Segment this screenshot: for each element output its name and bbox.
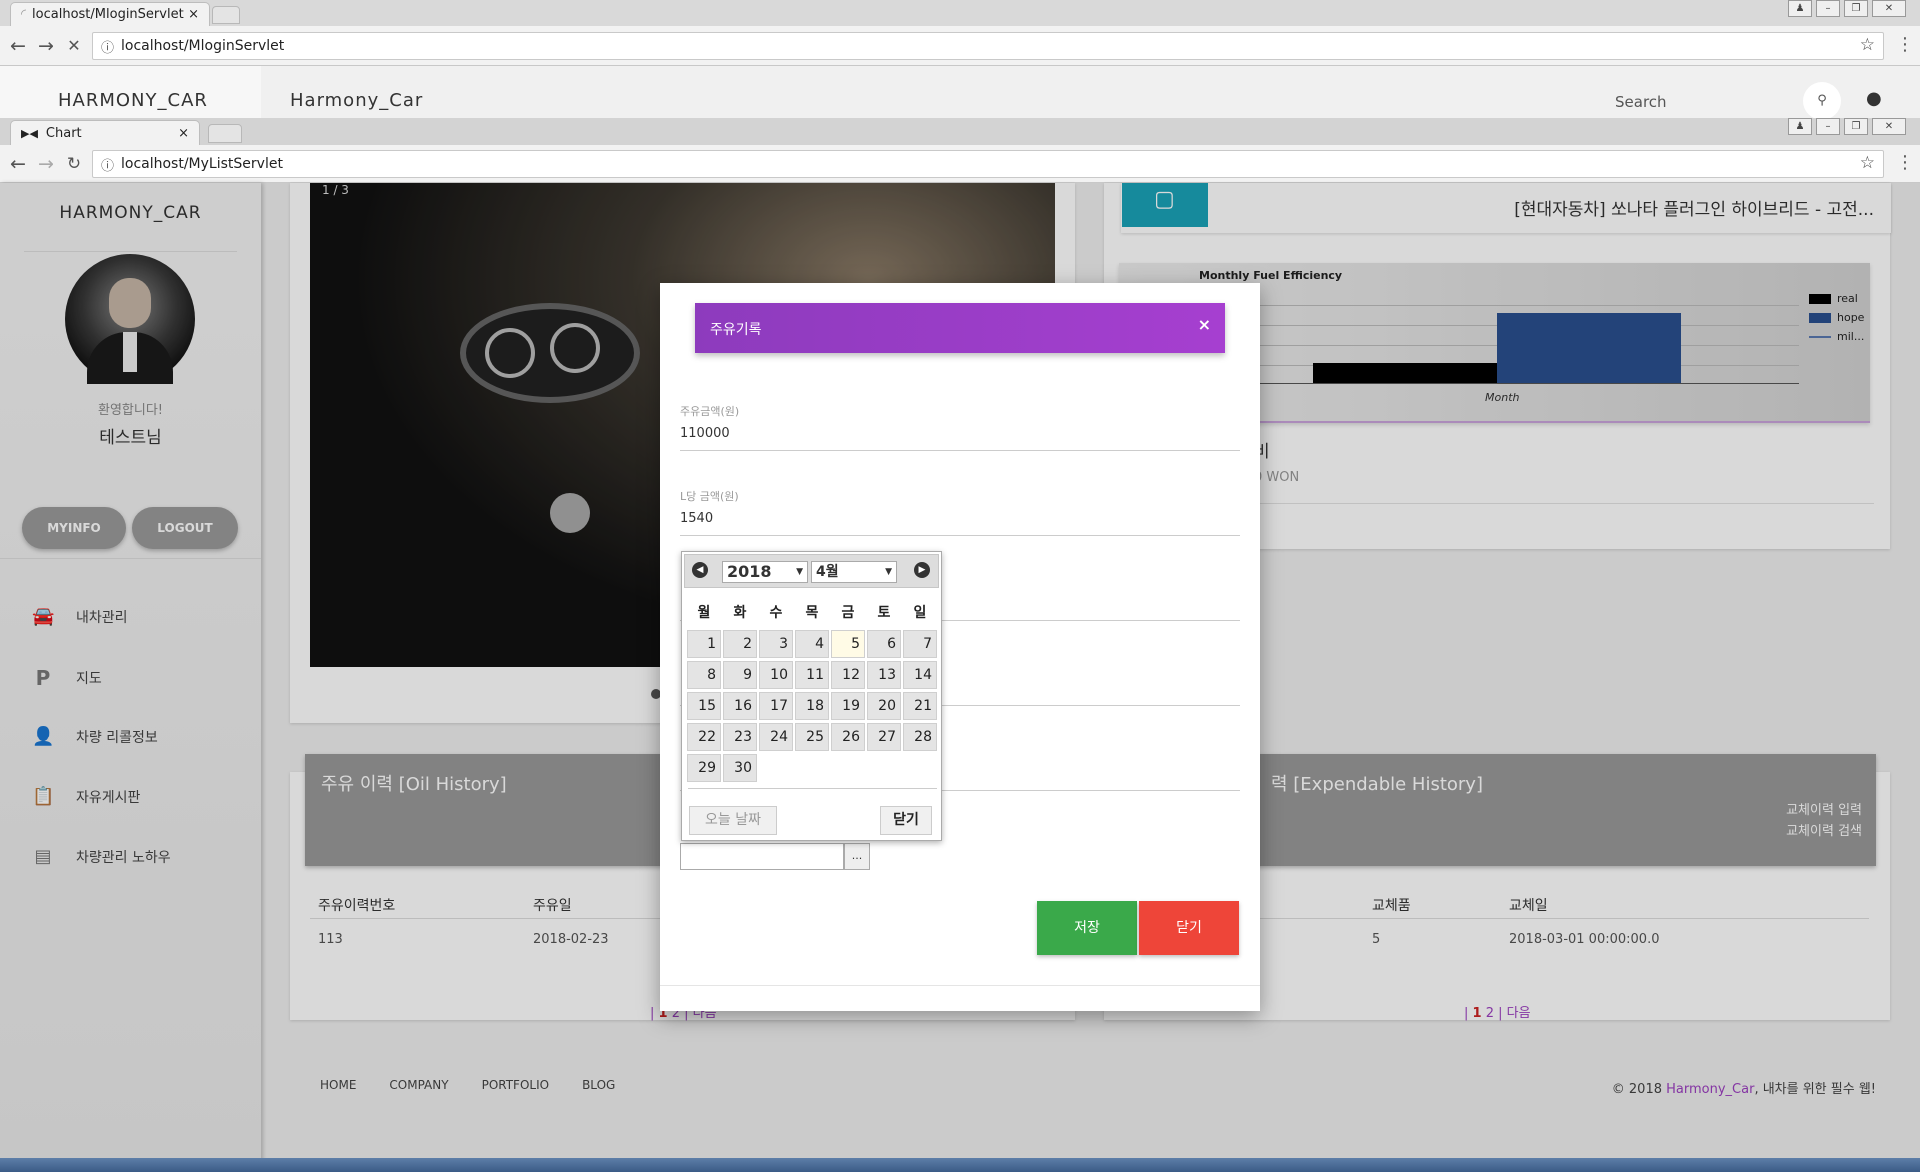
- modal-title: 주유기록: [710, 322, 762, 338]
- calendar-day[interactable]: 28: [903, 723, 937, 751]
- back-tab-strip: ◜ localhost/MloginServlet × ♟ – ❐ ✕: [0, 0, 1920, 26]
- calendar-day[interactable]: 29: [687, 754, 721, 782]
- modal-close-icon[interactable]: ×: [1198, 315, 1211, 334]
- calendar-day[interactable]: 9: [723, 661, 757, 689]
- calendar-day[interactable]: 5: [831, 630, 865, 658]
- modal-header: 주유기록 ×: [695, 303, 1225, 353]
- calendar-day[interactable]: 8: [687, 661, 721, 689]
- front-forward-arrow-icon[interactable]: →: [34, 152, 58, 176]
- front-address-bar: ← → ↻ ⓘ localhost/MyListServlet ☆ ⋮: [0, 145, 1920, 183]
- calendar-day[interactable]: 19: [831, 692, 865, 720]
- calendar-day[interactable]: 12: [831, 661, 865, 689]
- front-url-text: localhost/MyListServlet: [121, 156, 283, 172]
- price-per-liter-label: L당 금액(원): [680, 490, 739, 503]
- calendar-day[interactable]: 21: [903, 692, 937, 720]
- calendar-day[interactable]: 18: [795, 692, 829, 720]
- info-icon: ⓘ: [101, 41, 115, 56]
- calendar-day[interactable]: 26: [831, 723, 865, 751]
- close-button[interactable]: 닫기: [1139, 901, 1239, 955]
- back-page-header: HARMONY_CAR Harmony_Car Search ⚲ ●: [0, 66, 1920, 120]
- back-address-bar: ← → ✕ ⓘ localhost/MloginServlet ☆ ⋮: [0, 26, 1920, 66]
- loading-icon: ◜: [21, 7, 27, 22]
- calendar-day[interactable]: 11: [795, 661, 829, 689]
- calendar-day[interactable]: 24: [759, 723, 793, 751]
- calendar-day[interactable]: 6: [867, 630, 901, 658]
- calendar-day[interactable]: 25: [795, 723, 829, 751]
- front-tab-title: Chart: [45, 125, 82, 141]
- menu-dots-icon[interactable]: ⋮: [1896, 34, 1914, 55]
- reload-icon[interactable]: ↻: [62, 152, 86, 176]
- profile-icon[interactable]: ♟: [1788, 0, 1812, 17]
- minimize-icon[interactable]: –: [1816, 0, 1840, 17]
- calendar-day[interactable]: 17: [759, 692, 793, 720]
- calendar-grid: 월 화 수 목 금 토 일 1 2 3 4 5 6 7 8 9 10 11 12 13 14 15 16 17 18 19 20 21…: [682, 552, 941, 782]
- bowtie-icon: ▶◀: [21, 126, 38, 140]
- front-menu-dots-icon[interactable]: ⋮: [1896, 152, 1914, 173]
- amount-input[interactable]: 110000: [680, 426, 730, 441]
- weekday-header: 목: [805, 605, 819, 621]
- date-input[interactable]: [680, 843, 844, 870]
- date-picker: ◀ 2018 ▼ 4월 ▼ ▶ 월 화 수 목 금 토 일 1 2 3 4 5 6 7 8 9 10 11 12 13 14…: [681, 551, 942, 841]
- os-taskbar: [0, 1158, 1920, 1172]
- calendar-day[interactable]: 22: [687, 723, 721, 751]
- front-tab-close-icon[interactable]: ×: [178, 126, 189, 141]
- back-tab-title: localhost/MloginServlet: [32, 7, 184, 22]
- new-tab-button[interactable]: [212, 6, 240, 24]
- save-button[interactable]: 저장: [1037, 901, 1137, 955]
- calendar-day[interactable]: 14: [903, 661, 937, 689]
- front-info-icon: ⓘ: [101, 159, 115, 174]
- price-per-liter-input[interactable]: 1540: [680, 511, 713, 526]
- calendar-day[interactable]: 2: [723, 630, 757, 658]
- front-tab[interactable]: ▶◀ Chart ×: [10, 120, 200, 145]
- weekday-header: 화: [733, 605, 747, 621]
- calendar-day[interactable]: 4: [795, 630, 829, 658]
- back-url-field[interactable]: ⓘ localhost/MloginServlet ☆: [92, 32, 1884, 60]
- calendar-day[interactable]: 7: [903, 630, 937, 658]
- calendar-day[interactable]: 30: [723, 754, 757, 782]
- calendar-day[interactable]: 1: [687, 630, 721, 658]
- calendar-day[interactable]: 10: [759, 661, 793, 689]
- calendar-day[interactable]: 20: [867, 692, 901, 720]
- front-restore-icon[interactable]: ❐: [1844, 118, 1868, 135]
- weekday-header: 토: [877, 605, 891, 621]
- back-url-text: localhost/MloginServlet: [121, 38, 285, 54]
- calendar-day[interactable]: 16: [723, 692, 757, 720]
- front-back-arrow-icon[interactable]: ←: [6, 152, 30, 176]
- stop-icon[interactable]: ✕: [62, 34, 86, 58]
- date-picker-button[interactable]: ...: [844, 843, 870, 870]
- calendar-day[interactable]: 23: [723, 723, 757, 751]
- front-profile-icon[interactable]: ♟: [1788, 118, 1812, 135]
- window-close-icon[interactable]: ✕: [1872, 0, 1906, 17]
- front-bookmark-star-icon[interactable]: ☆: [1860, 153, 1875, 173]
- front-url-field[interactable]: ⓘ localhost/MyListServlet ☆: [92, 150, 1884, 178]
- back-tab[interactable]: ◜ localhost/MloginServlet ×: [10, 2, 210, 26]
- amount-label: 주유금액(원): [680, 405, 740, 418]
- calendar-day[interactable]: 3: [759, 630, 793, 658]
- calendar-day[interactable]: 15: [687, 692, 721, 720]
- back-arrow-icon[interactable]: ←: [6, 34, 30, 58]
- weekday-header: 금: [841, 605, 855, 621]
- back-tab-close-icon[interactable]: ×: [188, 7, 199, 22]
- calendar-day[interactable]: 13: [867, 661, 901, 689]
- front-tab-strip: ▶◀ Chart × ♟ – ❐ ✕: [0, 118, 1920, 145]
- forward-arrow-icon[interactable]: →: [34, 34, 58, 58]
- bookmark-star-icon[interactable]: ☆: [1860, 35, 1875, 55]
- restore-icon[interactable]: ❐: [1844, 0, 1868, 17]
- weekday-header: 수: [769, 605, 783, 621]
- today-button[interactable]: 오늘 날짜: [689, 806, 777, 835]
- weekday-header: 일: [913, 605, 927, 621]
- account-icon[interactable]: ●: [1866, 88, 1882, 109]
- front-window-close-icon[interactable]: ✕: [1872, 118, 1906, 135]
- weekday-header: 월: [697, 605, 711, 621]
- front-minimize-icon[interactable]: –: [1816, 118, 1840, 135]
- back-site-title: Harmony_Car: [290, 90, 424, 111]
- back-brand: HARMONY_CAR: [58, 90, 208, 111]
- search-icon[interactable]: ⚲: [1803, 82, 1841, 120]
- calendar-day[interactable]: 27: [867, 723, 901, 751]
- calendar-close-button[interactable]: 닫기: [880, 806, 932, 835]
- back-search-input[interactable]: Search: [1615, 93, 1667, 111]
- front-new-tab-button[interactable]: [208, 124, 242, 143]
